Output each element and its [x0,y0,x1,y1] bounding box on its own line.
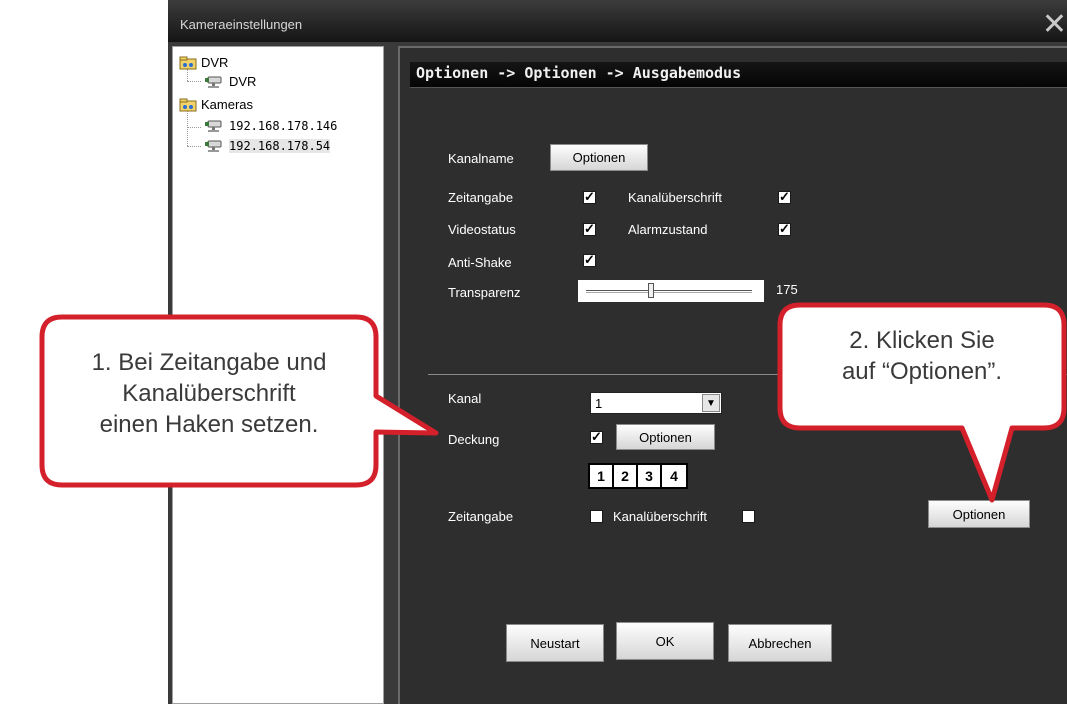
tree-item-dvr[interactable]: DVR [203,74,256,89]
callout-left-text: 1. Bei Zeitangabe und Kanalüberschrift e… [46,347,372,440]
neustart-button[interactable]: Neustart [506,624,604,662]
camera-icon [203,119,225,133]
slider-thumb[interactable] [648,283,654,298]
network-folder-icon [179,98,197,112]
ok-button[interactable]: OK [616,622,714,660]
close-icon[interactable]: ✕ [1042,10,1067,40]
breadcrumb: Optionen -> Optionen -> Ausgabemodus [410,62,1067,88]
tree-item-camera-146[interactable]: 192.168.178.146 [203,119,337,133]
area-number-4[interactable]: 4 [662,465,686,487]
zeitangabe2-checkbox[interactable] [590,510,603,523]
kanal-select[interactable]: 1 ▼ [590,392,722,414]
callout-left-line: einen Haken setzen. [99,411,319,438]
callout-right-line: auf “Optionen”. [841,358,1003,385]
tree-item-camera-54[interactable]: 192.168.178.54 [203,139,331,153]
kanal-label: Kanal [448,391,482,406]
transparenz-label: Transparenz [448,285,521,300]
tree-item-dvr-group[interactable]: DVR [179,55,228,70]
callout-right-text: 2. Klicken Sie auf “Optionen”. [784,325,1060,387]
area-number-3[interactable]: 3 [638,465,662,487]
abbrechen-button[interactable]: Abbrechen [728,624,832,662]
zeitangabe-label: Zeitangabe [448,190,514,205]
kanalname-options-button[interactable]: Optionen [550,144,648,171]
videostatus-label: Videostatus [448,222,516,237]
zeitangabe-checkbox[interactable] [583,189,596,205]
alarmzustand-label: Alarmzustand [628,222,708,237]
network-folder-icon [179,56,197,70]
kanalueberschrift-label: Kanalüberschrift [628,190,722,205]
area-options-button[interactable]: Optionen [928,500,1030,528]
area-number-selector: 1 2 3 4 [588,463,688,489]
camera-icon [203,139,225,153]
deckung-checkbox[interactable] [590,429,603,445]
tree-item-label: Kameras [201,97,254,112]
title-bar: Kameraeinstellungen ✕ [168,0,1067,42]
tree-item-label: DVR [201,55,229,70]
kanalueberschrift2-label: Kanalüberschrift [613,509,707,524]
transparenz-value: 175 [776,282,798,297]
kanalueberschrift2-checkbox[interactable] [742,510,755,523]
area-number-2[interactable]: 2 [614,465,638,487]
window-title: Kameraeinstellungen [180,17,303,32]
chevron-down-icon[interactable]: ▼ [702,394,720,412]
kanalname-label: Kanalname [448,151,514,166]
antishake-checkbox[interactable] [583,252,596,268]
alarmzustand-checkbox[interactable] [778,221,791,237]
tree-item-label: 192.168.178.54 [229,139,331,153]
camera-icon [203,75,225,89]
callout-right-line: 2. Klicken Sie [849,327,995,354]
tree-item-label: 192.168.178.146 [229,119,338,133]
antishake-label: Anti-Shake [448,255,512,270]
videostatus-checkbox[interactable] [583,221,596,237]
callout-left-line: 1. Bei Zeitangabe und [91,349,327,376]
deckung-options-button[interactable]: Optionen [616,424,715,450]
kanalueberschrift-checkbox[interactable] [778,189,791,205]
zeitangabe2-label: Zeitangabe [448,509,514,524]
tree-item-label: DVR [229,74,257,89]
slider-track [586,290,752,293]
kanal-select-value: 1 [595,396,603,411]
callout-left-line: Kanalüberschrift [122,380,296,407]
area-number-1[interactable]: 1 [590,465,614,487]
tree-item-kameras-group[interactable]: Kameras [179,97,253,112]
deckung-label: Deckung [448,432,500,447]
transparenz-slider[interactable] [578,280,764,302]
